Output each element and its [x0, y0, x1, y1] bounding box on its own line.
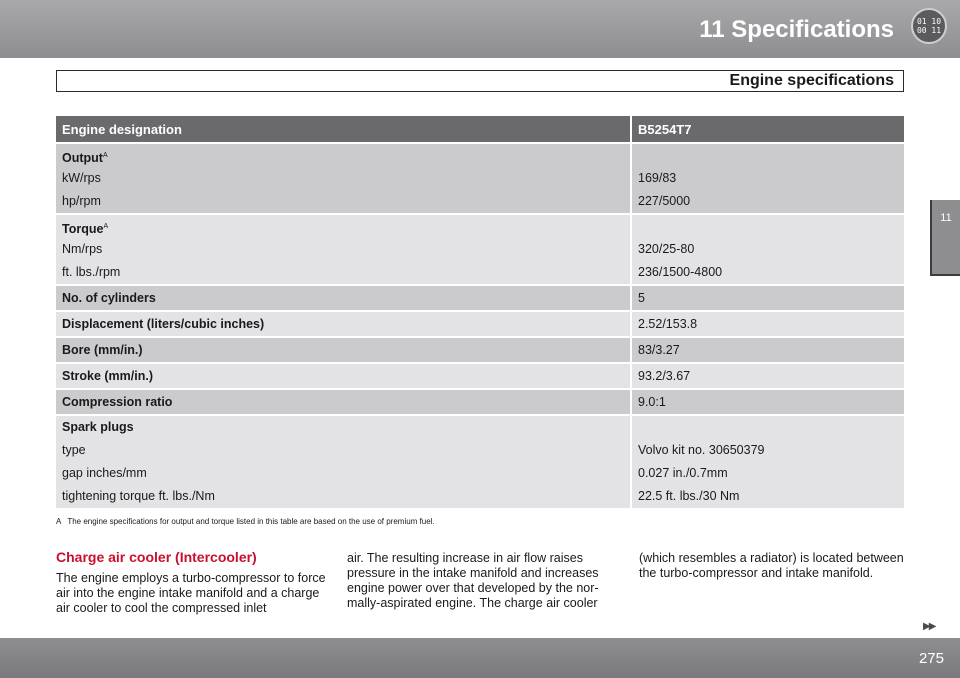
row-sublabel: kW/rps	[62, 171, 101, 185]
next-page-arrows-icon[interactable]: ▶▶	[923, 621, 936, 632]
row-value: 0.027 in./0.7mm	[638, 466, 728, 480]
row-value: 5	[630, 284, 904, 310]
row-sublabel: Nm/rps	[62, 242, 103, 256]
row-value: 83/3.27	[630, 336, 904, 362]
svg-text:00 11: 00 11	[917, 26, 941, 35]
row-sublabel: hp/rpm	[62, 194, 101, 208]
footer-bar	[0, 638, 960, 678]
table-row: Compression ratio 9.0:1	[56, 388, 904, 414]
table-cell: OutputA kW/rps hp/rpm	[56, 142, 630, 213]
row-label-spark-plugs: Spark plugs	[62, 420, 134, 434]
row-value: 2.52/153.8	[630, 310, 904, 336]
subsection-heading: Charge air cooler (Intercooler)	[56, 549, 257, 565]
row-value: 227/5000	[638, 194, 691, 208]
chapter-tab[interactable]: 11	[930, 200, 960, 276]
table-row: Displacement (liters/cubic inches) 2.52/…	[56, 310, 904, 336]
row-sublabel: tightening torque ft. lbs./Nm	[62, 489, 215, 503]
table-header-row: Engine designation B5254T7	[56, 116, 904, 142]
table-row: OutputA kW/rps hp/rpm 169/83 227/5000	[56, 142, 904, 213]
table-row: Spark plugs type gap inches/mm tightenin…	[56, 414, 904, 508]
row-label-stroke: Stroke (mm/in.)	[56, 362, 630, 388]
row-value: 320/25-80	[638, 242, 695, 256]
chapter-tab-label: 11	[940, 212, 952, 224]
row-sublabel: gap inches/mm	[62, 466, 147, 480]
footnote-marker: A	[56, 517, 62, 526]
row-label-output: OutputA	[62, 151, 108, 166]
row-sublabel: ft. lbs./rpm	[62, 265, 121, 279]
row-label-torque: TorqueA	[62, 222, 109, 237]
row-label-displacement: Displacement (liters/cubic inches)	[56, 310, 630, 336]
section-title-box: Engine specifications	[56, 70, 904, 92]
row-value: 169/83	[638, 171, 677, 185]
footnote: A The engine specifications for output an…	[56, 517, 435, 526]
row-value: Volvo kit no. 30650379	[638, 443, 765, 457]
chapter-title: 11 Specifications	[699, 16, 894, 43]
row-value: 236/1500-4800	[638, 265, 723, 279]
row-label-cylinders: No. of cylinders	[56, 284, 630, 310]
page-number: 275	[918, 650, 944, 667]
table-row: Bore (mm/in.) 83/3.27	[56, 336, 904, 362]
table-cell: 320/25-80 236/1500-4800	[630, 213, 904, 284]
table-cell: Volvo kit no. 30650379 0.027 in./0.7mm 2…	[630, 414, 904, 508]
row-value: 93.2/3.67	[630, 362, 904, 388]
table-header: Engine designation	[56, 116, 630, 142]
row-value: 22.5 ft. lbs./30 Nm	[638, 489, 740, 503]
section-title: Engine specifications	[729, 72, 894, 89]
body-text-column-1: The engine employs a turbo-compressor to…	[56, 571, 326, 615]
table-cell: 169/83 227/5000	[630, 142, 904, 213]
row-label-compression: Compression ratio	[56, 388, 630, 414]
table-cell: Spark plugs type gap inches/mm tightenin…	[56, 414, 630, 508]
footnote-text: The engine specifications for output and…	[67, 517, 435, 526]
row-sublabel: type	[62, 443, 86, 457]
row-label-bore: Bore (mm/in.)	[56, 336, 630, 362]
table-row: Stroke (mm/in.) 93.2/3.67	[56, 362, 904, 388]
body-text-column-2: air. The resulting increase in air flow …	[347, 551, 599, 610]
table-header: B5254T7	[630, 116, 904, 142]
row-value: 9.0:1	[630, 388, 904, 414]
svg-text:01 10: 01 10	[917, 17, 941, 26]
engine-spec-table: Engine designation B5254T7 OutputA kW/rp…	[56, 116, 904, 508]
body-text-column-3: (which resembles a radiator) is located …	[639, 551, 904, 580]
table-row: No. of cylinders 5	[56, 284, 904, 310]
table-cell: TorqueA Nm/rps ft. lbs./rpm	[56, 213, 630, 284]
table-row: TorqueA Nm/rps ft. lbs./rpm 320/25-80 23…	[56, 213, 904, 284]
binary-code-icon: 01 10 00 11	[911, 8, 947, 44]
